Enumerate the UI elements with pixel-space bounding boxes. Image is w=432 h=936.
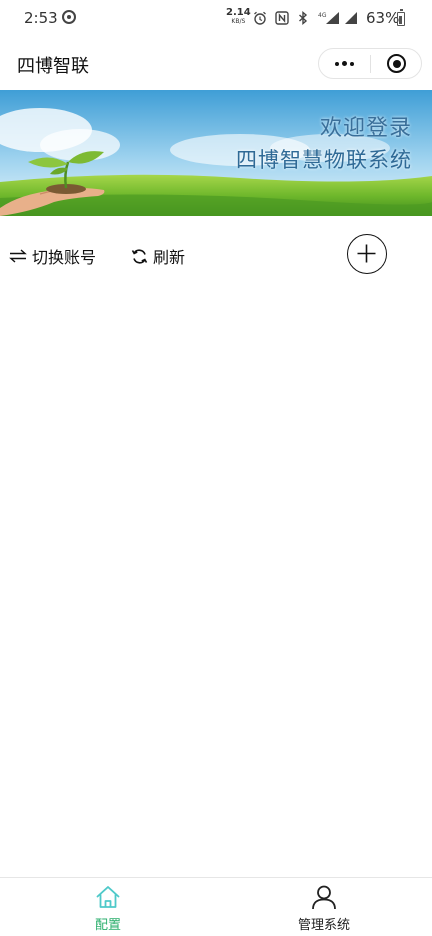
refresh-icon	[131, 248, 148, 264]
notification-app-icon	[62, 10, 76, 24]
swap-icon	[9, 249, 27, 263]
switch-account-label: 切换账号	[32, 248, 97, 267]
battery-icon	[397, 9, 405, 26]
more-dot-icon	[342, 61, 347, 66]
alarm-icon	[254, 11, 266, 25]
switch-account-button[interactable]: 切换账号	[9, 244, 96, 268]
close-button[interactable]	[371, 49, 422, 78]
tab-config-label: 配置	[94, 918, 121, 933]
action-toolbar: 切换账号 刷新	[0, 216, 432, 294]
plus-icon	[357, 244, 376, 263]
bluetooth-icon	[299, 11, 308, 25]
bottom-tab-bar: 配置 管理系统	[0, 877, 432, 936]
welcome-banner: 欢迎登录 四博智慧物联系统	[0, 90, 432, 216]
signal-icon	[345, 12, 357, 24]
nav-bar: 四博智联	[0, 38, 432, 90]
signal-4g-icon: 4G	[318, 12, 339, 24]
network-type-label: 4G	[318, 12, 327, 19]
nfc-icon	[275, 11, 289, 25]
more-dot-icon	[350, 62, 354, 66]
more-button[interactable]	[319, 49, 370, 78]
add-button[interactable]	[347, 234, 387, 274]
refresh-label: 刷新	[153, 248, 186, 267]
mini-program-capsule	[318, 48, 422, 79]
tab-management-label: 管理系统	[297, 918, 350, 933]
tab-config[interactable]: 配置	[0, 878, 216, 936]
network-speed: 2.14 KB/S	[226, 8, 251, 26]
page-title: 四博智联	[17, 56, 89, 77]
refresh-button[interactable]: 刷新	[131, 244, 185, 268]
home-icon	[96, 886, 120, 908]
user-icon	[312, 885, 336, 910]
banner-welcome-text: 欢迎登录	[319, 116, 412, 141]
more-dot-icon	[335, 62, 339, 66]
status-time: 2:53	[24, 9, 58, 27]
tab-management-system[interactable]: 管理系统	[216, 878, 432, 936]
banner-system-name: 四博智慧物联系统	[236, 148, 412, 172]
target-icon	[387, 54, 406, 73]
battery-percent: 63%	[366, 9, 400, 27]
network-speed-unit: KB/S	[231, 18, 246, 25]
status-bar: 2:53 2.14 KB/S 4G 63%	[0, 0, 432, 38]
